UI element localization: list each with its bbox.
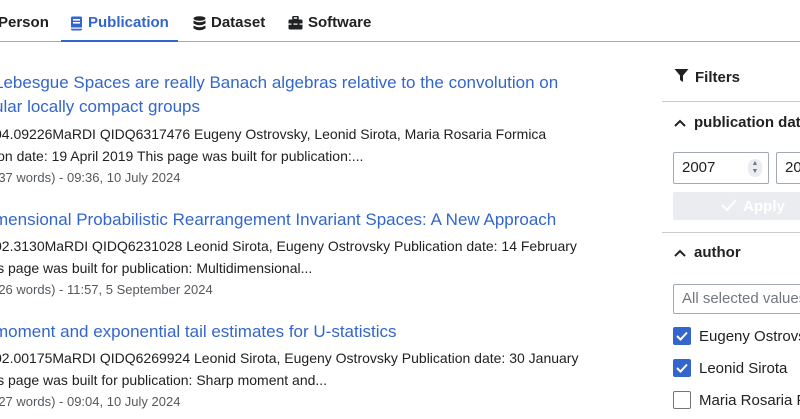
author-toggle[interactable]: author — [674, 244, 741, 261]
filters-panel: Filters publication dat 2007 ▲▼ 20 Apply… — [662, 42, 800, 419]
chevron-up-icon — [674, 114, 686, 131]
tab-dataset-label: Dataset — [211, 14, 266, 31]
author-select[interactable]: All selected values — [673, 284, 800, 314]
search-type-tabs: Person Publication Dataset Software — [0, 0, 800, 42]
author-option[interactable]: Maria Rosaria F — [673, 391, 800, 409]
result-title-line[interactable]: moment and exponential tail estimates fo… — [0, 320, 634, 344]
tab-dataset[interactable]: Dataset — [193, 14, 265, 41]
result-item: mensional Probabilistic Rearrangement In… — [0, 208, 634, 301]
apply-button-label: Apply — [743, 197, 785, 215]
result-snippet-line: 02.00175MaRDI QIDQ6269924 Leonid Sirota,… — [0, 350, 579, 366]
author-option-label: Maria Rosaria F — [699, 391, 800, 409]
divider — [662, 232, 800, 233]
author-select-value: All selected values — [682, 290, 800, 307]
result-item: Lebesgue Spaces are really Banach algebr… — [0, 71, 634, 189]
result-meta: (37 words) - 09:36, 10 July 2024 — [0, 170, 181, 185]
author-option-label: Eugeny Ostrovs — [699, 327, 800, 345]
spinner-icon[interactable]: ▲ ▼ — [748, 159, 762, 177]
divider — [662, 101, 800, 102]
result-title-link[interactable]: moment and exponential tail estimates fo… — [0, 320, 634, 344]
result-title-link[interactable]: Lebesgue Spaces are really Banach algebr… — [0, 71, 634, 119]
result-item: moment and exponential tail estimates fo… — [0, 320, 634, 413]
result-snippet-line: 04.09226MaRDI QIDQ6317476 Eugeny Ostrovs… — [0, 126, 547, 142]
author-label: author — [694, 244, 741, 261]
author-option[interactable]: Eugeny Ostrovs — [673, 327, 800, 345]
toolbox-icon — [288, 14, 303, 34]
result-snippet: 02.3130MaRDI QIDQ6231028 Leonid Sirota, … — [0, 235, 634, 279]
tab-software-label: Software — [308, 14, 372, 31]
result-snippet: 04.09226MaRDI QIDQ6317476 Eugeny Ostrovs… — [0, 123, 634, 167]
result-snippet-line: is page was built for publication: Sharp… — [0, 372, 328, 388]
filters-title: Filters — [695, 69, 741, 86]
result-title-line[interactable]: Lebesgue Spaces are really Banach algebr… — [0, 71, 634, 95]
checkbox-checked-icon[interactable] — [673, 327, 691, 345]
tab-publication-label: Publication — [88, 14, 169, 31]
date-to-input[interactable]: 20 — [776, 152, 800, 184]
result-meta: (26 words) - 11:57, 5 September 2024 — [0, 282, 213, 297]
result-snippet-line: ion date: 19 April 2019 This page was bu… — [0, 148, 364, 164]
database-icon — [193, 14, 206, 35]
date-from-input[interactable]: 2007 ▲ ▼ — [673, 152, 769, 184]
tab-software[interactable]: Software — [288, 14, 371, 41]
publication-date-toggle[interactable]: publication dat — [674, 114, 800, 131]
tab-person[interactable]: Person — [0, 14, 49, 41]
checkbox-unchecked-icon[interactable] — [673, 391, 691, 409]
chevron-up-icon — [674, 244, 686, 261]
tab-publication[interactable]: Publication — [61, 14, 178, 42]
apply-button[interactable]: Apply — [673, 192, 800, 220]
checkbox-checked-icon[interactable] — [673, 359, 691, 377]
result-snippet-line: 02.3130MaRDI QIDQ6231028 Leonid Sirota, … — [0, 238, 577, 254]
book-icon — [70, 14, 83, 35]
checkmark-icon — [721, 198, 737, 215]
result-title-line[interactable]: mensional Probabilistic Rearrangement In… — [0, 208, 634, 232]
result-title-link[interactable]: mensional Probabilistic Rearrangement In… — [0, 208, 634, 232]
result-snippet: 02.00175MaRDI QIDQ6269924 Leonid Sirota,… — [0, 347, 634, 391]
result-snippet-line: is page was built for publication: Multi… — [0, 260, 313, 276]
publication-date-label: publication dat — [694, 114, 800, 131]
result-title-line[interactable]: ular locally compact groups — [0, 95, 634, 119]
filter-funnel-icon — [674, 68, 689, 87]
tab-person-label: Person — [0, 14, 49, 31]
author-option[interactable]: Leonid Sirota — [673, 359, 787, 377]
filters-heading: Filters — [674, 68, 740, 87]
date-to-value: 20 — [785, 159, 800, 176]
date-from-value: 2007 — [682, 159, 716, 176]
search-results: Lebesgue Spaces are really Banach algebr… — [0, 42, 640, 419]
author-option-label: Leonid Sirota — [699, 359, 788, 377]
result-meta: (27 words) - 09:04, 10 July 2024 — [0, 394, 181, 409]
